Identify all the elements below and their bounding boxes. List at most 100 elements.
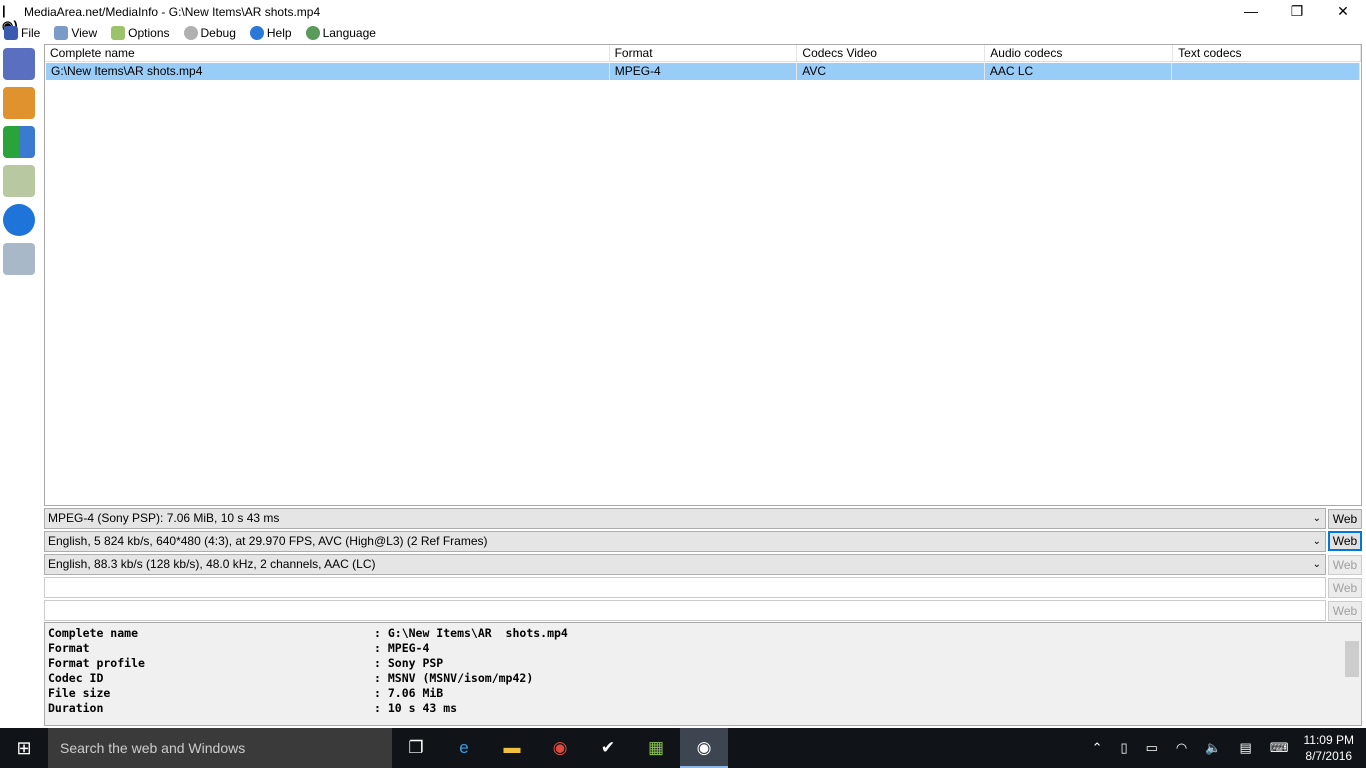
debug-icon bbox=[183, 26, 198, 40]
knowledge-base-icon[interactable] bbox=[3, 243, 35, 275]
menu-options[interactable]: Options bbox=[107, 26, 170, 40]
info-key: Duration bbox=[48, 701, 104, 715]
web-button-general[interactable]: Web bbox=[1328, 509, 1362, 529]
web-button-video[interactable]: Web bbox=[1328, 531, 1362, 551]
battery-icon[interactable]: ▭ bbox=[1146, 740, 1158, 756]
cell-text bbox=[1172, 63, 1361, 80]
chevron-down-icon: ⌄ bbox=[1312, 559, 1321, 570]
file-explorer-icon[interactable]: ▬ bbox=[488, 728, 536, 768]
web-button-other[interactable]: Web bbox=[1328, 601, 1362, 621]
list-header: Complete name Format Codecs Video Audio … bbox=[45, 45, 1361, 62]
volume-icon[interactable]: 🔈 bbox=[1205, 740, 1221, 756]
col-audio-codecs[interactable]: Audio codecs bbox=[985, 45, 1174, 61]
edge-icon[interactable]: e bbox=[440, 728, 488, 768]
date: 8/7/2016 bbox=[1305, 749, 1353, 763]
mediainfo-app-icon: |◉) bbox=[2, 3, 18, 33]
export-icon[interactable] bbox=[3, 126, 35, 158]
table-row[interactable]: G:\New Items\AR shots.mp4 MPEG-4 AVC AAC… bbox=[46, 63, 1361, 80]
cell-format: MPEG-4 bbox=[610, 63, 798, 80]
media-app-icon[interactable]: ▦ bbox=[632, 728, 680, 768]
menu-label: Language bbox=[322, 26, 376, 40]
menu-help[interactable]: Help bbox=[246, 26, 292, 40]
info-line: Codec ID : MSNV (MSNV/isom/mp42) bbox=[48, 671, 1361, 686]
open-folder-icon[interactable] bbox=[3, 87, 35, 119]
open-file-icon[interactable] bbox=[3, 48, 35, 80]
notifications-icon[interactable]: ▤ bbox=[1239, 740, 1251, 756]
text-stream-field bbox=[44, 577, 1326, 598]
close-button[interactable]: ✕ bbox=[1320, 0, 1366, 24]
minimize-button[interactable]: — bbox=[1228, 0, 1274, 24]
file-list: Complete name Format Codecs Video Audio … bbox=[44, 44, 1362, 506]
help-icon bbox=[249, 26, 264, 40]
info-value: : MPEG-4 bbox=[374, 641, 430, 655]
chevron-down-icon: ⌄ bbox=[1312, 536, 1321, 547]
general-stream-select[interactable]: MPEG-4 (Sony PSP): 7.06 MiB, 10 s 43 ms ⌄ bbox=[44, 508, 1326, 529]
task-view-icon[interactable]: ❐ bbox=[392, 728, 440, 768]
web-button-audio[interactable]: Web bbox=[1328, 555, 1362, 575]
menu-label: File bbox=[21, 26, 41, 40]
chrome-icon[interactable]: ◉ bbox=[536, 728, 584, 768]
file-icon bbox=[4, 26, 18, 40]
info-line: Format profile : Sony PSP bbox=[48, 656, 1361, 671]
windows-start-icon[interactable]: ⊞ bbox=[0, 738, 48, 759]
info-key: Complete name bbox=[48, 626, 139, 640]
audio-stream-select[interactable]: English, 88.3 kb/s (128 kb/s), 48.0 kHz,… bbox=[44, 554, 1326, 575]
menu-language[interactable]: Language bbox=[302, 26, 376, 40]
preferences-icon[interactable] bbox=[3, 165, 35, 197]
stream-text: MPEG-4 (Sony PSP): 7.06 MiB, 10 s 43 ms bbox=[48, 511, 280, 525]
cell-video: AVC bbox=[797, 63, 985, 80]
info-panel: Complete name: G:\New Items\AR shots.mp4… bbox=[44, 622, 1362, 726]
other-stream-field bbox=[44, 600, 1326, 621]
info-value: : Sony PSP bbox=[374, 656, 444, 670]
title-bar: |◉) MediaArea.net/MediaInfo - G:\New Ite… bbox=[0, 0, 1366, 33]
scroll-thumb[interactable] bbox=[1345, 641, 1359, 677]
info-line: Duration : 10 s 43 ms bbox=[48, 701, 1361, 716]
options-icon bbox=[111, 26, 126, 40]
web-button-text[interactable]: Web bbox=[1328, 578, 1362, 598]
col-format[interactable]: Format bbox=[610, 45, 798, 61]
toolbar bbox=[0, 44, 42, 282]
col-complete-name[interactable]: Complete name bbox=[45, 45, 610, 61]
col-text-codecs[interactable]: Text codecs bbox=[1173, 45, 1361, 61]
info-value: : MSNV (MSNV/isom/mp42) bbox=[374, 671, 534, 685]
wifi-icon[interactable]: ◠ bbox=[1176, 740, 1187, 756]
menu-label: Options bbox=[128, 26, 170, 40]
info-line: File size: 7.06 MiB bbox=[48, 686, 1361, 701]
info-value: : 10 s 43 ms bbox=[374, 701, 458, 715]
menu-view[interactable]: View bbox=[50, 26, 97, 40]
stream-text: English, 5 824 kb/s, 640*480 (4:3), at 2… bbox=[48, 534, 488, 548]
restore-button[interactable]: ❐ bbox=[1274, 0, 1320, 24]
taskbar: ⊞ Search the web and Windows ❐ e ▬ ◉ ✔ ▦… bbox=[0, 728, 1366, 768]
time: 11:09 PM bbox=[1303, 733, 1354, 747]
mediainfo-taskbar-icon[interactable]: ◉ bbox=[680, 728, 728, 768]
about-icon[interactable] bbox=[3, 204, 35, 236]
info-key: Format profile bbox=[48, 656, 145, 670]
usb-icon[interactable]: ▯ bbox=[1120, 740, 1127, 756]
keyboard-icon[interactable]: ⌨ bbox=[1270, 740, 1289, 756]
chevron-up-icon[interactable]: ⌃ bbox=[1092, 740, 1103, 756]
info-key: File size bbox=[48, 686, 111, 700]
chevron-down-icon: ⌄ bbox=[1312, 513, 1321, 524]
menu-bar: File View Options Debug Help Language bbox=[0, 24, 386, 42]
info-line: Complete name: G:\New Items\AR shots.mp4 bbox=[48, 626, 1361, 641]
menu-label: View bbox=[71, 26, 98, 40]
info-line: Format : MPEG-4 bbox=[48, 641, 1361, 656]
view-icon bbox=[54, 26, 69, 40]
menu-label: Help bbox=[266, 26, 292, 40]
system-tray: ⌃ ▯ ▭ ◠ 🔈 ▤ ⌨ 11:09 PM 8/7/2016 bbox=[1083, 728, 1366, 768]
info-scrollbar[interactable] bbox=[1344, 623, 1361, 725]
info-key: Format bbox=[48, 641, 90, 655]
stream-text: English, 88.3 kb/s (128 kb/s), 48.0 kHz,… bbox=[48, 557, 376, 571]
app-icon[interactable]: ✔ bbox=[584, 728, 632, 768]
window-title: MediaArea.net/MediaInfo - G:\New Items\A… bbox=[24, 5, 321, 19]
menu-debug[interactable]: Debug bbox=[180, 26, 236, 40]
video-stream-select[interactable]: English, 5 824 kb/s, 640*480 (4:3), at 2… bbox=[44, 531, 1326, 552]
globe-icon bbox=[305, 26, 320, 40]
menu-file[interactable]: File bbox=[0, 26, 40, 40]
cell-name: G:\New Items\AR shots.mp4 bbox=[46, 63, 610, 80]
taskbar-search[interactable]: Search the web and Windows bbox=[48, 728, 392, 768]
clock[interactable]: 11:09 PM 8/7/2016 bbox=[1304, 732, 1354, 764]
col-codecs-video[interactable]: Codecs Video bbox=[797, 45, 986, 61]
info-key: Codec ID bbox=[48, 671, 104, 685]
menu-label: Debug bbox=[200, 26, 236, 40]
